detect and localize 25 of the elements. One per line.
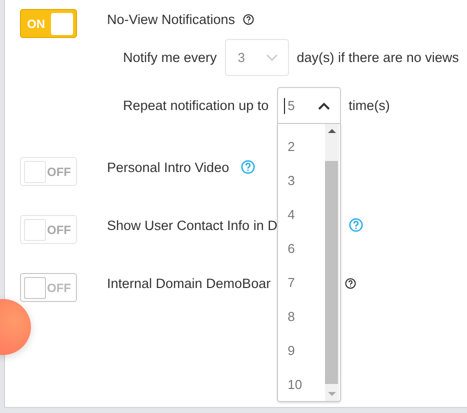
chevron-icon: [318, 102, 330, 110]
number-dropdown[interactable]: 3: [224, 39, 289, 76]
dropdown-option[interactable]: 4: [278, 204, 325, 238]
dropdown-option[interactable]: 3: [278, 170, 325, 204]
option-label: time(s): [348, 98, 390, 113]
dropdown-option[interactable]: 6: [278, 238, 325, 272]
setting-label: Personal Intro Video: [107, 160, 230, 174]
number-dropdown[interactable]: 5: [276, 87, 341, 124]
setting-label: No-View Notifications: [107, 12, 236, 26]
scroll-up-icon[interactable]: [328, 129, 336, 133]
setting-label: Show User Contact Info in D: [107, 218, 278, 232]
option-label: day(s) if there are no views: [296, 50, 459, 65]
dropdown-option[interactable]: 8: [278, 306, 325, 340]
dropdown-option[interactable]: 7: [278, 272, 325, 306]
help-icon[interactable]: [243, 14, 254, 24]
chevron-icon: [266, 54, 278, 62]
option-label: Notify me every: [123, 50, 217, 65]
scrollbar[interactable]: [324, 124, 339, 401]
scroll-down-icon[interactable]: [328, 392, 336, 396]
setting-label: Internal Domain DemoBoar: [107, 276, 271, 290]
dropdown-option[interactable]: 9: [278, 340, 325, 374]
option-label: Repeat notification up to: [123, 98, 269, 113]
help-icon[interactable]: [344, 278, 356, 288]
dropdown-option[interactable]: 2: [278, 136, 325, 170]
dropdown-option[interactable]: 10: [278, 374, 325, 408]
